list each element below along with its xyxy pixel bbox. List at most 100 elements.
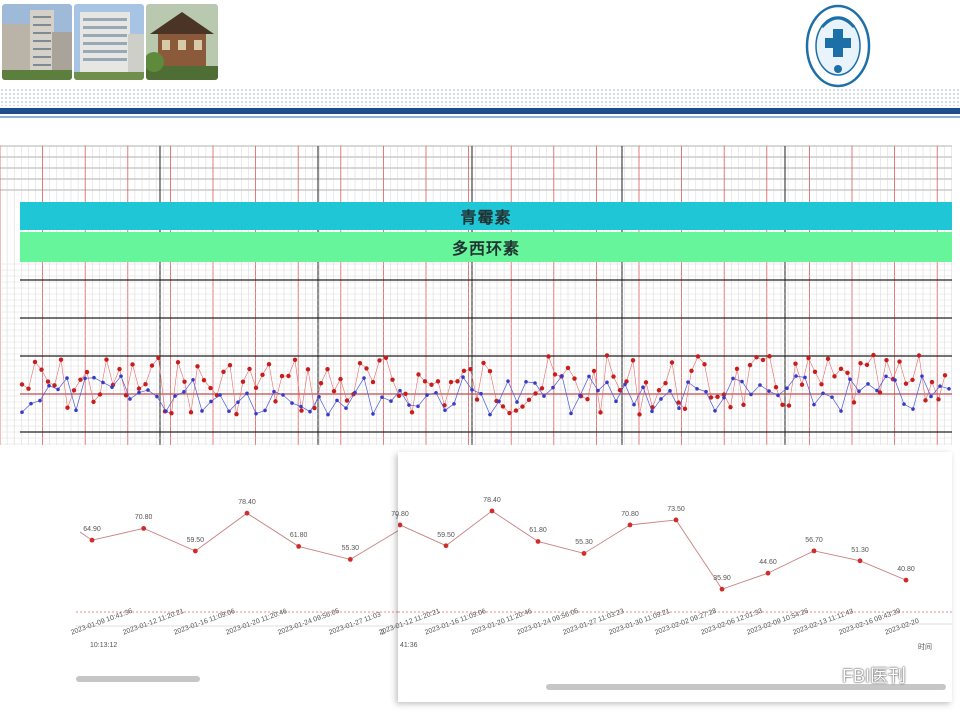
sheet-temp-point <box>641 385 645 390</box>
sheet-temp-point <box>281 393 285 397</box>
trend-value-label: 64.90 <box>83 526 101 534</box>
sheet-pulse-point <box>546 354 551 359</box>
trend-point <box>903 577 909 583</box>
sheet-temp-point <box>695 386 699 391</box>
sheet-temp-point <box>407 403 411 407</box>
trend-point <box>443 543 449 549</box>
sheet-temp-point <box>209 399 213 404</box>
header-blue-rule <box>0 108 960 114</box>
sheet-pulse-point <box>175 360 181 365</box>
sheet-temp-point <box>560 374 564 378</box>
sheet-temp-point <box>848 377 852 381</box>
sheet-temp-point <box>245 391 249 396</box>
lab-trend-panel-left: 64.9070.8059.5078.4061.8055.3070.8 2023-… <box>70 470 409 682</box>
sheet-pulse-point <box>611 374 616 379</box>
sheet-pulse-point <box>695 354 701 359</box>
sheet-pulse-point <box>663 380 668 386</box>
sheet-temp-point <box>902 402 906 406</box>
sheet-temp-point <box>461 375 465 379</box>
sheet-pulse-point <box>260 372 265 378</box>
sheet-pulse-point <box>253 385 259 391</box>
sheet-pulse-point <box>825 356 831 362</box>
sheet-pulse-point <box>741 402 746 408</box>
sheet-temp-point <box>938 384 942 388</box>
sheet-pulse-point <box>507 410 512 416</box>
sheet-temp-point <box>38 398 42 403</box>
sheet-temp-point <box>605 380 609 385</box>
sheet-pulse-point <box>773 385 779 390</box>
sheet-pulse-point <box>656 388 662 393</box>
sheet-pulse-point <box>585 397 590 402</box>
trend-line <box>79 512 403 560</box>
sheet-temp-point <box>614 399 618 404</box>
trend-value-label: 51.30 <box>851 546 869 554</box>
sheet-pulse-point <box>754 355 759 360</box>
sheet-temp-point <box>398 388 402 393</box>
sheet-temp-point <box>551 385 555 390</box>
sheet-pulse-point <box>474 397 480 402</box>
sheet-pulse-point <box>149 363 155 368</box>
sheet-pulse-point <box>84 369 90 375</box>
sheet-pulse-point <box>929 379 935 385</box>
sheet-temp-trace <box>21 375 950 416</box>
sheet-temp-point <box>533 381 537 385</box>
sheet-pulse-point <box>858 360 863 366</box>
sheet-pulse-point <box>897 359 902 364</box>
sheet-temp-point <box>569 411 573 416</box>
trend-point <box>765 570 771 576</box>
sheet-pulse-point <box>305 367 311 372</box>
sheet-pulse-point <box>130 362 135 367</box>
trend-value-label: 55.30 <box>341 545 360 553</box>
sheet-temp-point <box>515 400 519 404</box>
trend-point <box>89 537 95 543</box>
sheet-temp-point <box>425 393 429 397</box>
sheet-pulse-point <box>52 383 57 388</box>
sheet-temp-point <box>713 408 717 413</box>
drug-bar-penicillin: 青霉素 <box>20 202 952 230</box>
sheet-temp-point <box>830 395 834 399</box>
sheet-temp-point <box>668 389 672 393</box>
trend-value-label: 78.40 <box>238 499 256 507</box>
trend-point <box>141 526 147 531</box>
sheet-pulse-point <box>942 373 948 378</box>
sheet-pulse-point <box>851 400 857 405</box>
sheet-pulse-point <box>97 392 103 397</box>
sheet-temp-point <box>119 374 123 378</box>
sheet-pulse-point <box>682 406 688 411</box>
trend-value-label: 55.30 <box>575 539 593 547</box>
trend-point <box>192 548 198 554</box>
sheet-pulse-point <box>383 355 389 361</box>
sheet-pulse-point <box>481 360 486 366</box>
sheet-pulse-point <box>760 357 766 363</box>
trend-value-label: 40.80 <box>897 566 915 574</box>
sheet-pulse-point <box>643 380 649 385</box>
sheet-temp-point <box>542 394 546 398</box>
sheet-temp-point <box>794 374 798 378</box>
sheet-pulse-point <box>637 412 642 417</box>
sheet-temp-point <box>929 394 933 399</box>
sheet-temp-point <box>749 392 753 397</box>
x-label-head: 41:36 <box>400 642 418 649</box>
sheet-temp-point <box>182 390 186 394</box>
sheet-pulse-point <box>136 386 142 391</box>
sheet-pulse-point <box>819 382 824 387</box>
sheet-pulse-point <box>286 373 291 379</box>
trend-point <box>397 522 403 528</box>
x-axis-unit: 时间 <box>918 644 932 651</box>
trend-value-label: 70.80 <box>134 514 153 522</box>
sheet-temp-point <box>236 400 240 404</box>
sheet-pulse-point <box>533 391 538 396</box>
sheet-pulse-point <box>78 377 83 382</box>
temperature-chart-sheet: 青霉素 多西环素 <box>0 140 952 445</box>
trend-point <box>581 551 587 556</box>
sheet-temp-point <box>506 379 510 383</box>
sheet-pulse-point <box>461 368 467 374</box>
sheet-temp-point <box>227 409 231 414</box>
sheet-pulse-point <box>468 367 473 372</box>
sheet-pulse-point <box>58 357 64 362</box>
sheet-pulse-point <box>793 361 798 366</box>
horizontal-scrollbar-left[interactable] <box>76 676 200 682</box>
sheet-temp-point <box>479 391 483 396</box>
sheet-pulse-point <box>539 386 545 391</box>
sheet-temp-point <box>380 395 384 399</box>
